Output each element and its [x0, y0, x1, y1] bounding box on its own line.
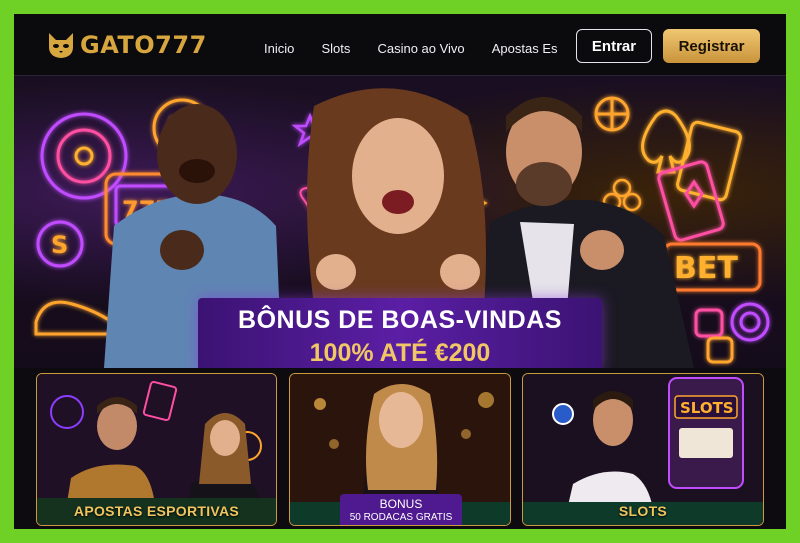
- dice-neon-icon: [694, 308, 734, 364]
- nav-item-apostas[interactable]: Apostas Es: [492, 41, 558, 56]
- brand-logo[interactable]: GATO777: [46, 30, 207, 60]
- top-bar: GATO777 Inicio Slots Casino ao Vivo Apos…: [14, 14, 786, 76]
- svg-text:S: S: [51, 231, 68, 259]
- svg-text:SLOTS: SLOTS: [680, 399, 734, 417]
- playing-cards-neon-icon: [657, 120, 742, 242]
- welcome-bonus-banner[interactable]: BÔNUS DE BOAS-VINDAS 100% ATÉ €200: [198, 298, 602, 368]
- card-label-slots: SLOTS: [618, 503, 668, 519]
- sneaker-neon-icon: [34, 300, 114, 336]
- svg-text:BET: BET: [674, 251, 738, 286]
- hero-banner[interactable]: 777 S: [14, 76, 786, 368]
- page-frame: GATO777 Inicio Slots Casino ao Vivo Apos…: [14, 14, 786, 529]
- login-button[interactable]: Entrar: [576, 29, 652, 63]
- card-slots[interactable]: SLOTS SLOTS: [522, 373, 764, 526]
- roulette-neon-icon: [40, 112, 128, 200]
- bet-neon-sign: BET: [662, 242, 762, 292]
- bonus-offer: 100% ATÉ €200: [309, 339, 491, 367]
- nav-item-inicio[interactable]: Inicio: [264, 41, 294, 56]
- badge-title: BONUS: [379, 497, 423, 511]
- free-spins-badge[interactable]: BONUS 50 RODACAS GRATIS: [340, 494, 462, 525]
- chip-neon-icon: [730, 302, 770, 342]
- brand-name: GATO777: [80, 31, 207, 59]
- cat-head-icon: [49, 33, 73, 58]
- nav-item-casino-ao-vivo[interactable]: Casino ao Vivo: [377, 41, 464, 56]
- nav-item-slots[interactable]: Slots: [321, 41, 350, 56]
- card-live-casino-bonus[interactable]: BONUS 50 RODACAS GRATIS: [289, 373, 511, 526]
- card-label-sports: APOSTAS ESPORTIVAS: [73, 503, 240, 519]
- badge-subtitle: 50 RODACAS GRATIS: [349, 512, 453, 523]
- basketball-neon-icon: [594, 96, 630, 132]
- card-sports-betting[interactable]: APOSTAS ESPORTIVAS: [36, 373, 277, 526]
- register-button[interactable]: Registrar: [663, 29, 760, 63]
- bonus-headline: BÔNUS DE BOAS-VINDAS: [238, 306, 562, 334]
- main-nav: Inicio Slots Casino ao Vivo Apostas Es: [264, 38, 568, 56]
- coin-neon-icon: S: [36, 220, 84, 268]
